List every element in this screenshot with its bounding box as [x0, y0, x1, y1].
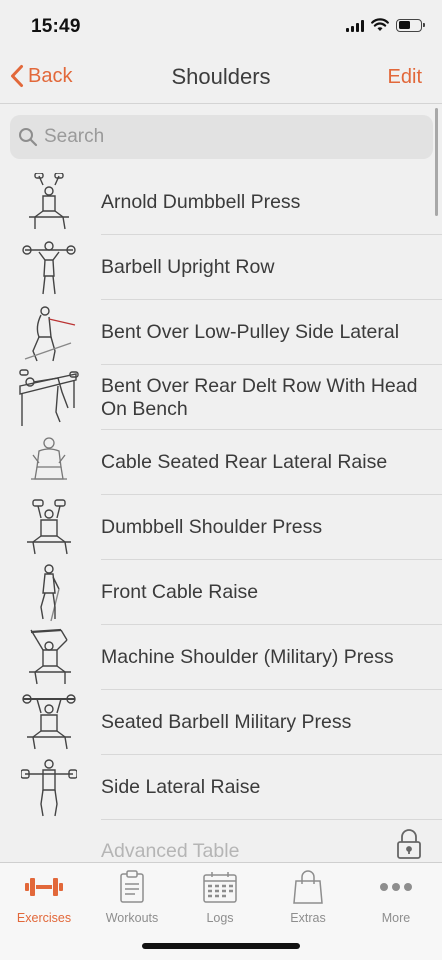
- exercise-label: Barbell Upright Row: [101, 256, 275, 278]
- edit-button[interactable]: Edit: [388, 66, 422, 89]
- calendar-icon: [203, 872, 237, 903]
- page-title: Shoulders: [171, 64, 271, 89]
- upright-row-figure-icon: [18, 238, 80, 298]
- list-item[interactable]: Cable Seated Rear Lateral Raise: [0, 430, 442, 495]
- list-item[interactable]: Bent Over Rear Delt Row With Head On Ben…: [0, 365, 442, 430]
- exercise-label: Machine Shoulder (Military) Press: [101, 646, 394, 668]
- machine-press-figure-icon: [18, 628, 80, 688]
- tab-label: Logs: [206, 911, 234, 925]
- search-icon: [19, 128, 38, 147]
- exercise-label: Side Lateral Raise: [101, 776, 261, 798]
- list-item[interactable]: Bent Over Low-Pulley Side Lateral: [0, 300, 442, 365]
- tab-workouts[interactable]: Workouts: [88, 869, 176, 925]
- barbell-press-figure-icon: [18, 693, 80, 753]
- side-raise-figure-icon: [18, 758, 80, 818]
- list-item[interactable]: Seated Barbell Military Press: [0, 690, 442, 755]
- wifi-icon: [371, 18, 389, 31]
- list-item[interactable]: Machine Shoulder (Military) Press: [0, 625, 442, 690]
- dumbbell-press-figure-icon: [18, 498, 80, 558]
- status-time: 15:49: [31, 16, 81, 37]
- battery-icon: [396, 18, 425, 32]
- locked-item-label: Advanced Table: [101, 840, 240, 862]
- home-indicator[interactable]: [142, 943, 300, 949]
- tab-more[interactable]: More: [352, 869, 440, 925]
- exercise-label: Bent Over Rear Delt Row With Head On Ben…: [101, 374, 418, 420]
- tab-label: More: [381, 911, 411, 925]
- seated-rear-raise-figure-icon: [18, 433, 80, 493]
- list-item[interactable]: Arnold Dumbbell Press: [0, 170, 442, 235]
- tab-label: Workouts: [105, 911, 159, 925]
- search-input[interactable]: [44, 126, 424, 148]
- navigation-bar: Back Shoulders Edit: [0, 52, 442, 104]
- tab-exercises[interactable]: Exercises: [0, 869, 88, 925]
- exercise-label: Seated Barbell Military Press: [101, 711, 352, 733]
- exercise-label: Bent Over Low-Pulley Side Lateral: [101, 321, 400, 343]
- status-bar: 15:49: [0, 0, 442, 52]
- clipboard-icon: [120, 870, 144, 903]
- exercise-list: Arnold Dumbbell Press Barbell Upright Ro…: [0, 170, 442, 885]
- exercise-label: Arnold Dumbbell Press: [101, 191, 301, 213]
- overhead-press-figure-icon: [18, 172, 80, 233]
- exercise-label: Front Cable Raise: [101, 581, 259, 603]
- status-icons: [346, 18, 425, 32]
- front-raise-figure-icon: [18, 563, 80, 623]
- list-item[interactable]: Dumbbell Shoulder Press: [0, 495, 442, 560]
- tab-label: Extras: [290, 911, 326, 925]
- list-item[interactable]: Side Lateral Raise: [0, 755, 442, 820]
- cable-lateral-figure-icon: [18, 303, 80, 363]
- tab-logs[interactable]: Logs: [176, 869, 264, 925]
- rear-delt-row-figure-icon: [18, 368, 80, 428]
- list-item[interactable]: Front Cable Raise: [0, 560, 442, 625]
- dumbbell-icon: [25, 878, 63, 896]
- list-item[interactable]: Barbell Upright Row: [0, 235, 442, 300]
- tab-label: Exercises: [16, 911, 72, 925]
- more-dots-icon: [380, 883, 412, 891]
- lock-icon: [397, 829, 421, 859]
- exercise-label: Dumbbell Shoulder Press: [101, 516, 323, 538]
- exercise-label: Cable Seated Rear Lateral Raise: [101, 451, 388, 473]
- shopping-bag-icon: [293, 870, 323, 904]
- tab-extras[interactable]: Extras: [264, 869, 352, 925]
- search-bar: [10, 115, 433, 159]
- cellular-signal-icon: [346, 19, 364, 32]
